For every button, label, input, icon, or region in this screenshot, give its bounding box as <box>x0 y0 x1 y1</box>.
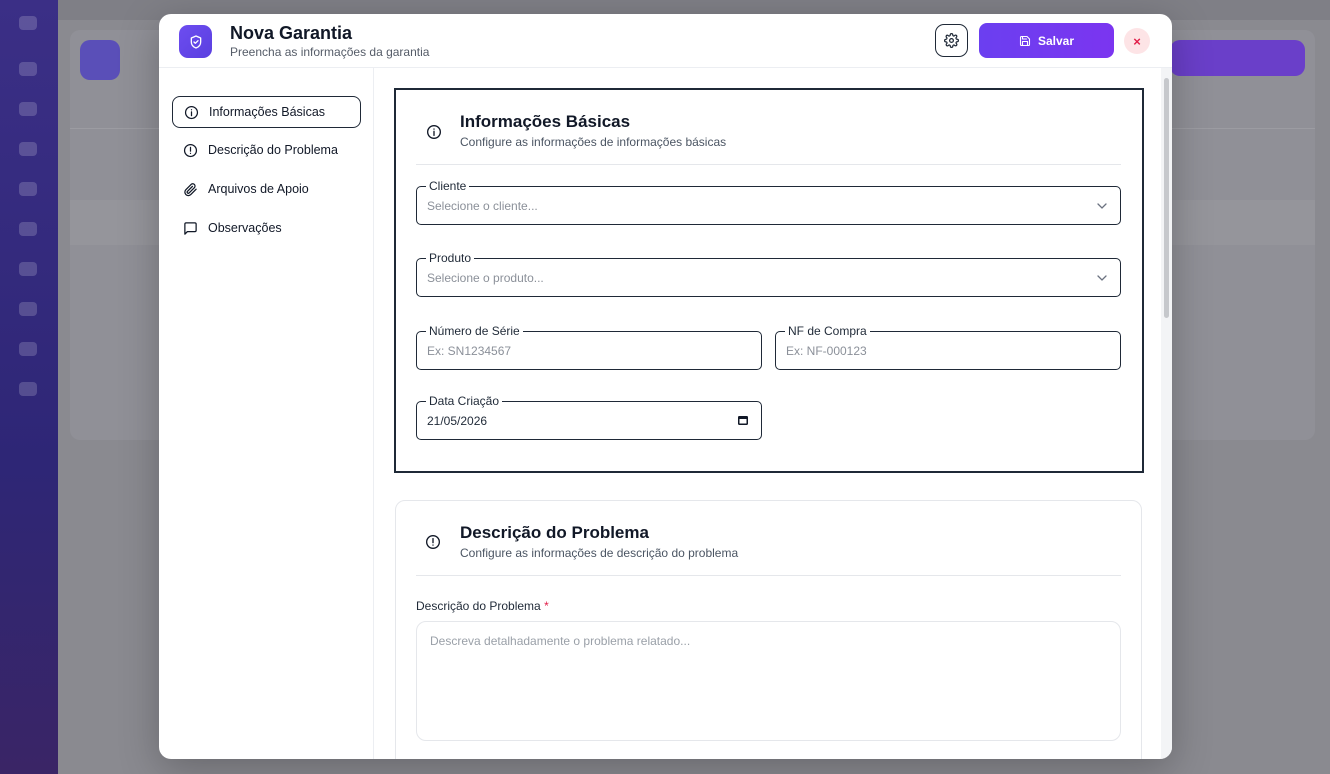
message-square-icon <box>182 220 198 236</box>
form-content: Informações Básicas Configure as informa… <box>374 68 1161 759</box>
section-title: Informações Básicas <box>460 112 631 131</box>
modal-header: Nova Garantia Preencha as informações da… <box>159 14 1172 68</box>
save-icon <box>1019 35 1031 46</box>
section-description: Configure as informações de descrição do… <box>460 546 739 560</box>
content-scrollbar[interactable] <box>1161 68 1172 759</box>
modal-title: Nova Garantia <box>230 23 353 43</box>
required-mark: * <box>544 599 549 613</box>
background-button <box>1170 40 1305 76</box>
info-icon <box>427 125 441 139</box>
scrollbar-thumb[interactable] <box>1164 78 1169 318</box>
background-logo <box>80 40 120 80</box>
data-criacao-value: 21/05/2026 <box>427 414 488 428</box>
paperclip-icon <box>182 181 198 197</box>
cliente-placeholder: Selecione o cliente... <box>427 199 538 213</box>
nav-item-label: Informações Básicas <box>209 105 326 119</box>
warranty-modal: Nova Garantia Preencha as informações da… <box>159 14 1172 759</box>
nav-item-informacoes-basicas[interactable]: Informações Básicas <box>172 96 361 128</box>
section-informacoes-basicas: Informações Básicas Configure as informa… <box>394 88 1144 473</box>
descricao-problema-textarea[interactable]: Descreva detalhadamente o problema relat… <box>416 621 1121 741</box>
nav-item-descricao-problema[interactable]: Descrição do Problema <box>172 134 361 166</box>
chevron-down-icon <box>1097 203 1107 209</box>
section-divider <box>416 575 1121 576</box>
nav-item-label: Descrição do Problema <box>208 143 338 157</box>
gear-icon <box>944 33 959 48</box>
produto-label: Produto <box>426 250 475 266</box>
close-button[interactable]: × <box>1124 28 1150 54</box>
nf-compra-placeholder: Ex: NF-000123 <box>786 344 867 358</box>
descricao-problema-label-text: Descrição do Problema <box>416 599 541 613</box>
data-criacao-field[interactable]: Data Criação 21/05/2026 <box>416 393 762 440</box>
save-button-label: Salvar <box>1037 33 1075 48</box>
calendar-icon[interactable] <box>737 414 749 426</box>
save-button[interactable]: Salvar <box>979 23 1114 58</box>
data-criacao-label: Data Criação <box>426 393 503 409</box>
produto-select[interactable]: Produto Selecione o produto... <box>416 250 1121 297</box>
chevron-down-icon <box>1097 275 1107 281</box>
numero-serie-placeholder: Ex: SN1234567 <box>427 344 512 358</box>
settings-button[interactable] <box>935 24 968 57</box>
section-description: Configure as informações de informações … <box>460 135 727 149</box>
close-icon: × <box>1133 33 1141 49</box>
nav-item-observacoes[interactable]: Observações <box>172 212 361 244</box>
background-sidebar <box>0 0 58 774</box>
descricao-problema-label: Descrição do Problema * <box>416 599 549 613</box>
section-divider <box>416 164 1121 165</box>
numero-serie-field[interactable]: Número de Série Ex: SN1234567 <box>416 323 762 370</box>
alert-circle-icon <box>426 535 440 549</box>
nav-item-label: Arquivos de Apoio <box>208 182 309 196</box>
produto-placeholder: Selecione o produto... <box>427 271 544 285</box>
info-icon <box>183 104 199 120</box>
numero-serie-label: Número de Série <box>426 323 523 339</box>
section-title: Descrição do Problema <box>460 523 649 542</box>
section-descricao-problema: Descrição do Problema Configure as infor… <box>395 500 1142 759</box>
cliente-select[interactable]: Cliente Selecione o cliente... <box>416 178 1121 225</box>
nf-compra-field[interactable]: NF de Compra Ex: NF-000123 <box>775 323 1121 370</box>
shield-icon <box>179 25 212 58</box>
section-nav: Informações Básicas Descrição do Problem… <box>159 68 374 759</box>
descricao-problema-placeholder: Descreva detalhadamente o problema relat… <box>430 634 691 648</box>
nav-item-label: Observações <box>208 221 282 235</box>
cliente-label: Cliente <box>426 178 470 194</box>
alert-circle-icon <box>182 142 198 158</box>
nav-item-arquivos-apoio[interactable]: Arquivos de Apoio <box>172 173 361 205</box>
modal-subtitle: Preencha as informações da garantia <box>230 45 430 59</box>
nf-compra-label: NF de Compra <box>785 323 870 339</box>
